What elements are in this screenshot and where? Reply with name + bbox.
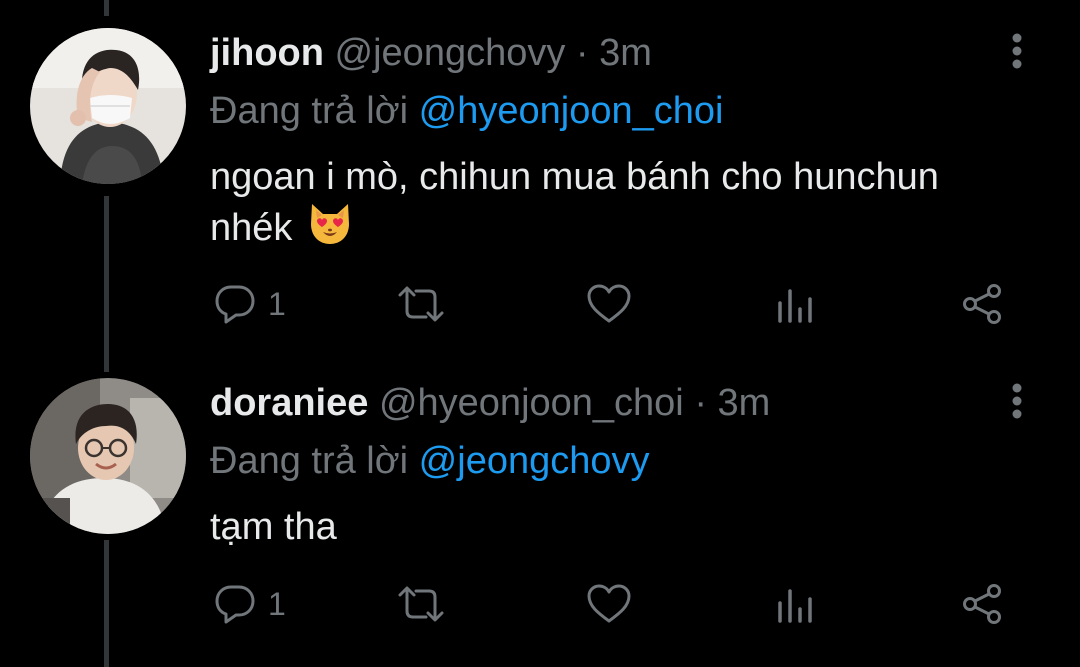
retweet-button[interactable] bbox=[396, 280, 446, 328]
like-button[interactable] bbox=[586, 280, 632, 328]
tweet[interactable]: jihoon @jeongchovy · 3m Đang trả lời @hy… bbox=[0, 28, 1080, 350]
reply-count: 1 bbox=[268, 586, 286, 622]
user-handle[interactable]: @hyeonjoon_choi bbox=[379, 382, 684, 424]
analytics-button[interactable] bbox=[776, 580, 816, 628]
share-button[interactable] bbox=[960, 280, 1004, 328]
smiling-cat-heart-eyes-icon bbox=[310, 204, 349, 244]
replying-to: Đang trả lời @hyeonjoon_choi bbox=[210, 88, 723, 134]
tweet[interactable]: doraniee @hyeonjoon_choi · 3m Đang trả l… bbox=[0, 378, 1080, 660]
user-handle[interactable]: @jeongchovy bbox=[335, 32, 566, 74]
separator-dot: · bbox=[694, 382, 707, 424]
tweet-thread: jihoon @jeongchovy · 3m Đang trả lời @hy… bbox=[0, 0, 1080, 667]
avatar-photo bbox=[30, 378, 186, 534]
replying-to-label: Đang trả lời bbox=[210, 440, 409, 482]
analytics-button[interactable] bbox=[776, 280, 816, 328]
tweet-text-content: tạm tha bbox=[210, 506, 337, 548]
tweet-header: jihoon @jeongchovy · 3m bbox=[210, 30, 652, 76]
share-button[interactable] bbox=[960, 580, 1004, 628]
tweet-actions: 1 bbox=[210, 280, 1030, 328]
display-name[interactable]: doraniee bbox=[210, 382, 368, 424]
tweet-header: doraniee @hyeonjoon_choi · 3m bbox=[210, 380, 770, 426]
mention-link[interactable]: @jeongchovy bbox=[419, 440, 650, 482]
heart-icon bbox=[587, 584, 631, 623]
reply-button[interactable]: 1 bbox=[214, 580, 286, 628]
tweet-text: ngoan i mò, chihun mua bánh cho hunchun … bbox=[210, 152, 1030, 253]
reply-count: 1 bbox=[268, 286, 286, 322]
replying-to: Đang trả lời @jeongchovy bbox=[210, 438, 650, 484]
retweet-icon bbox=[398, 586, 444, 622]
separator-dot: · bbox=[575, 32, 589, 74]
avatar[interactable] bbox=[30, 28, 186, 184]
retweet-icon bbox=[398, 286, 444, 322]
more-options-icon[interactable] bbox=[1004, 380, 1030, 426]
tweet-actions: 1 bbox=[210, 580, 1030, 628]
reply-icon bbox=[215, 585, 255, 624]
reply-button[interactable]: 1 bbox=[214, 280, 286, 328]
like-button[interactable] bbox=[586, 580, 632, 628]
analytics-icon bbox=[778, 589, 812, 623]
tweet-text: tạm tha bbox=[210, 502, 1030, 552]
avatar-photo bbox=[30, 28, 186, 184]
more-options-icon[interactable] bbox=[1004, 30, 1030, 76]
reply-icon bbox=[215, 285, 255, 324]
replying-to-label: Đang trả lời bbox=[210, 90, 409, 132]
heart-icon bbox=[587, 284, 631, 323]
avatar[interactable] bbox=[30, 378, 186, 534]
mention-link[interactable]: @hyeonjoon_choi bbox=[419, 90, 724, 132]
timestamp[interactable]: 3m bbox=[599, 32, 652, 74]
retweet-button[interactable] bbox=[396, 580, 446, 628]
analytics-icon bbox=[778, 289, 812, 323]
share-icon bbox=[963, 284, 1001, 324]
timestamp[interactable]: 3m bbox=[718, 382, 771, 424]
share-icon bbox=[963, 584, 1001, 624]
display-name[interactable]: jihoon bbox=[210, 32, 324, 74]
thread-line-top bbox=[104, 0, 109, 16]
